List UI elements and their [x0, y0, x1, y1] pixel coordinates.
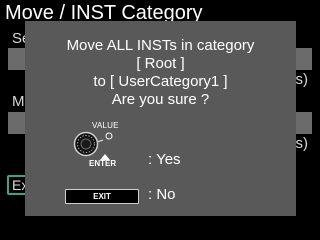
background-suffix-mid: s) [295, 135, 309, 152]
yes-option-label: : Yes [148, 151, 181, 168]
dialog-message-line-4: Are you sure ? [111, 91, 210, 108]
no-option-label: : No [148, 186, 176, 203]
dialog-message-line-3: to [ UserCategory1 ] [93, 73, 228, 90]
enter-label: ENTER [89, 159, 117, 168]
exit-button[interactable]: EXIT [65, 189, 139, 204]
dialog-message-line-2: [ Root ] [136, 55, 185, 72]
confirm-dialog: Move ALL INSTs in category [ Root ] to [… [25, 21, 296, 216]
screen: Move / INST Category Se s) M s) Ex Move … [0, 0, 320, 240]
background-label-mid: M [12, 93, 25, 110]
value-knob[interactable]: VALUE ENTER [72, 121, 132, 169]
background-suffix-top: s) [295, 71, 309, 88]
dialog-message-line-1: Move ALL INSTs in category [66, 37, 255, 54]
